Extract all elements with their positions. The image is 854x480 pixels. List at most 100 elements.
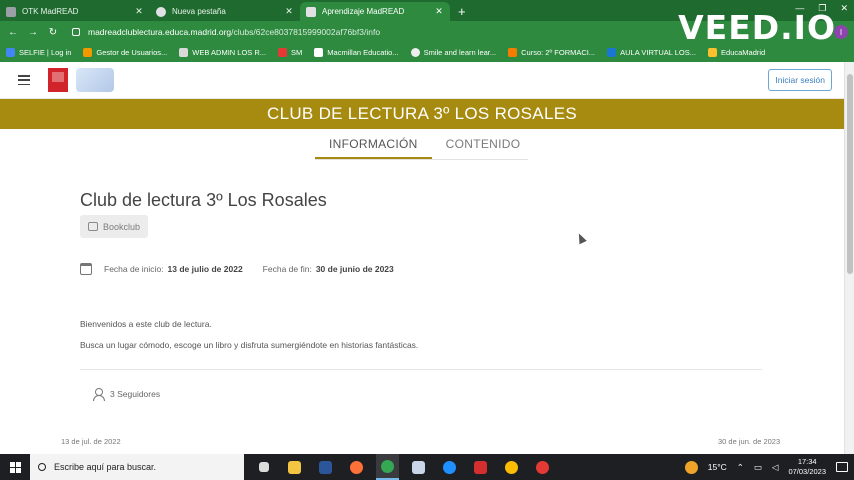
followers-count[interactable]: 3 Seguidores [92,388,160,401]
start-date-label: Fecha de inicio: [104,264,164,274]
favicon-icon [156,6,166,17]
notification-icon[interactable] [836,462,848,472]
favicon-icon [6,6,16,17]
bookmark-icon [179,48,189,57]
close-icon[interactable]: ✕ [284,6,294,17]
tab-label: OTK MadREAD [22,7,79,16]
search-placeholder: Escribe aquí para buscar. [54,462,157,472]
description-line: Busca un lugar cómodo, escoge un libro y… [80,340,419,350]
clock-date: 07/03/2023 [788,467,826,476]
bookmark-label: SELFIE | Log in [19,48,72,57]
acrobat-icon[interactable] [469,454,492,480]
weather-icon[interactable] [684,460,698,474]
calendar-icon [80,263,92,275]
club-description: Bienvenidos a este club de lectura. Busc… [80,314,418,356]
close-window-icon[interactable]: ✕ [840,3,848,14]
page-scrollbar[interactable] [844,62,854,454]
network-icon[interactable]: ▭ [754,462,762,473]
bookmark-label: Smile and learn lear... [423,48,497,57]
chevron-up-icon[interactable]: ⌃ [737,462,744,473]
scrollbar-thumb[interactable] [847,74,853,274]
reload-icon[interactable]: ↻ [46,27,60,38]
file-explorer-icon[interactable] [283,454,306,480]
bookmark-item[interactable]: SELFIE | Log in [6,48,71,57]
bookmark-icon [410,48,420,57]
system-tray: 15°C ⌃ ▭ ◁ 17:34 07/03/2023 [684,457,854,477]
end-date-label: Fecha de fin: [262,264,312,274]
url-path: /clubs/62ce8037815999002af76bf3/info [231,27,381,37]
recorder-icon[interactable] [531,454,554,480]
bookmark-item[interactable]: AULA VIRTUAL LOS... [607,48,696,57]
profile-avatar[interactable]: I [834,25,848,39]
tab-label: Nueva pestaña [172,7,226,16]
user-icon [92,388,105,401]
close-icon[interactable]: ✕ [434,6,444,17]
section-divider [80,369,762,370]
lock-icon [72,28,80,36]
bookmark-item[interactable]: Smile and learn lear... [410,48,497,57]
comunidad-madrid-logo [48,68,68,92]
page-tabs: INFORMACIÓN CONTENIDO [315,137,534,159]
bookmark-icon [708,48,718,57]
favicon-icon [306,6,316,17]
bookmark-icon [83,48,93,57]
word-icon[interactable] [314,454,337,480]
clock[interactable]: 17:34 07/03/2023 [788,457,826,477]
url-host: madreadclublectura.educa.madrid.org [88,27,232,37]
bookmark-icon [607,48,617,57]
bookmark-item[interactable]: Gestor de Usuarios... [83,48,167,57]
taskbar-search-input[interactable]: Escribe aquí para buscar. [30,454,244,480]
browser-tab-madread[interactable]: Aprendizaje MadREAD ✕ [300,2,450,21]
tab-label: Aprendizaje MadREAD [322,7,405,16]
tabs-divider [315,159,528,160]
temperature[interactable]: 15°C [708,462,727,472]
club-dates: Fecha de inicio: 13 de julio de 2022 Fec… [80,263,414,275]
bookmark-icon [508,48,518,57]
close-icon[interactable]: ✕ [134,6,144,17]
bookmark-item[interactable]: SM [278,48,302,57]
start-date-value: 13 de julio de 2022 [167,264,243,274]
tab-contenido[interactable]: CONTENIDO [432,137,535,159]
new-tab-button[interactable]: + [450,4,474,21]
bookmark-item[interactable]: Curso: 2º FORMACI... [508,48,595,57]
clock-time: 17:34 [797,457,817,466]
people-icon[interactable] [407,454,430,480]
forward-icon[interactable]: → [26,27,40,38]
bookmark-label: WEB ADMIN LOS R... [192,48,267,57]
chrome-icon-2[interactable] [500,454,523,480]
club-type-label: Bookclub [103,221,141,232]
firefox-icon[interactable] [345,454,368,480]
edge-icon[interactable] [438,454,461,480]
description-line: Bienvenidos a este club de lectura. [80,319,212,329]
back-icon[interactable]: ← [6,27,20,38]
end-date-value: 30 de junio de 2023 [315,264,394,274]
start-button[interactable] [0,454,30,480]
browser-tab-otk[interactable]: OTK MadREAD ✕ [0,2,150,21]
timeline-end-date: 30 de jun. de 2023 [718,437,781,446]
veed-watermark: VEED.IO [678,8,836,47]
volume-icon[interactable]: ◁ [772,462,779,473]
chat-icon [88,222,98,231]
hamburger-menu-icon[interactable] [18,75,30,85]
tab-informacion[interactable]: INFORMACIÓN [315,137,432,159]
login-button[interactable]: Iniciar sesión [768,69,832,91]
bookmark-item[interactable]: Macmillan Educatio... [314,48,399,57]
site-header: Iniciar sesión [0,62,844,99]
club-type-badge: Bookclub [80,215,149,238]
timeline-start-date: 13 de jul. de 2022 [61,437,121,446]
page-title: Club de lectura 3º Los Rosales [80,190,327,210]
madread-logo[interactable] [76,68,114,92]
club-banner: CLUB DE LECTURA 3º LOS ROSALES [0,99,844,129]
bookmark-label: AULA VIRTUAL LOS... [620,48,697,57]
bookmark-icon [278,48,288,57]
bookmark-icon [314,48,324,57]
task-view-icon[interactable] [252,454,275,480]
taskbar-apps [252,454,554,480]
windows-taskbar: Escribe aquí para buscar. 15°C ⌃ ▭ ◁ 17:… [0,454,854,480]
bookmark-label: SM [291,48,303,57]
bookmark-item[interactable]: EducaMadrid [708,48,765,57]
bookmark-item[interactable]: WEB ADMIN LOS R... [179,48,266,57]
chrome-icon[interactable] [376,454,399,480]
windows-logo-icon [9,461,21,473]
browser-tab-new[interactable]: Nueva pestaña ✕ [150,2,300,21]
